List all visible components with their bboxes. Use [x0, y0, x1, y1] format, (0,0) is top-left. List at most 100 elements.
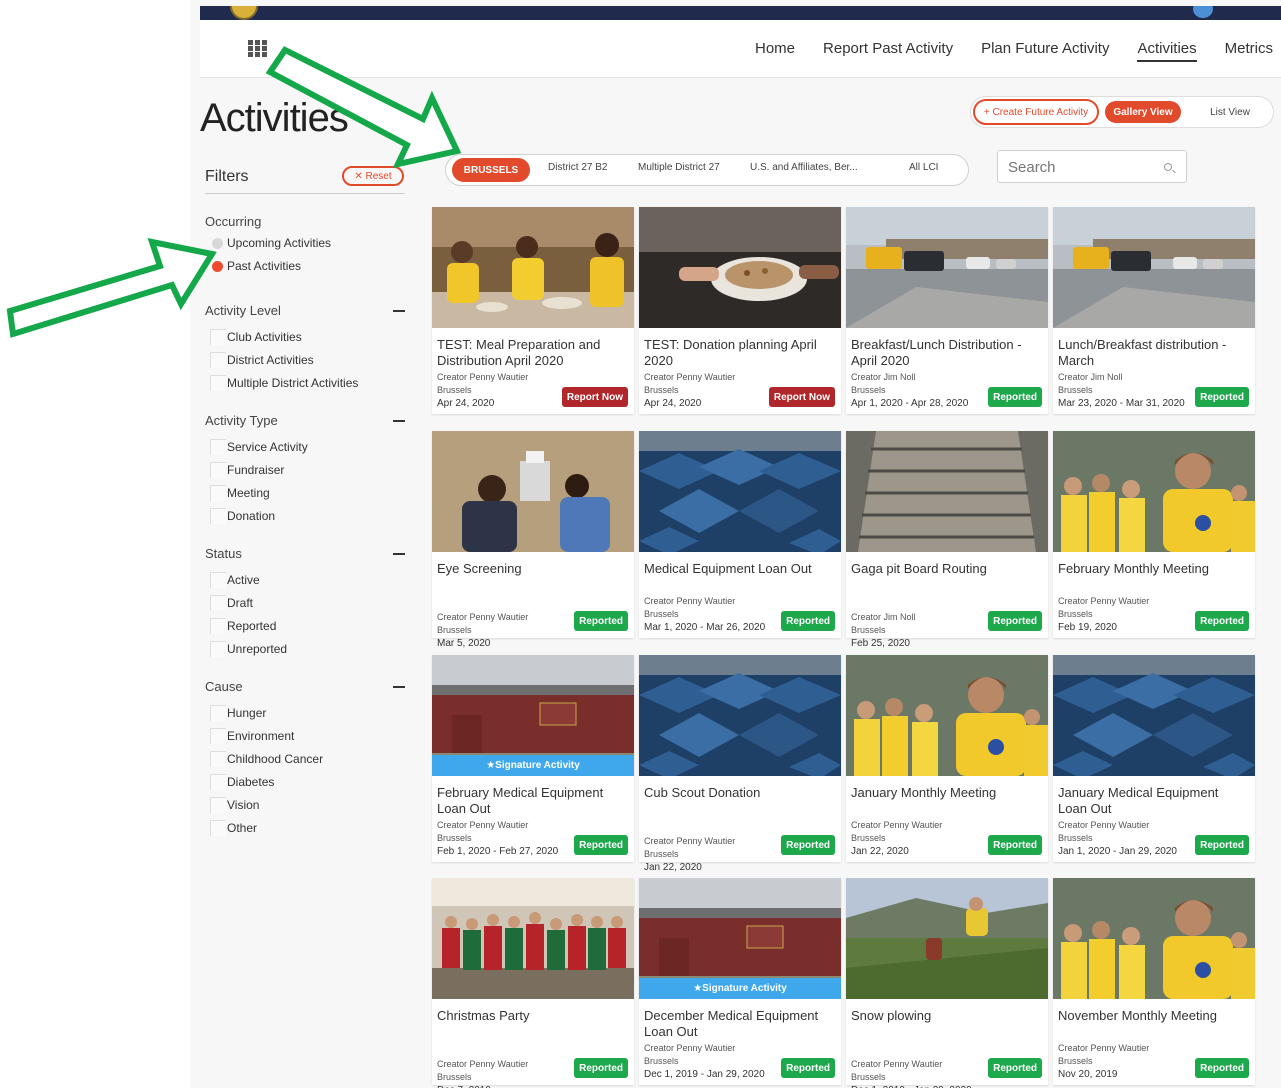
- occurring-past-option[interactable]: Past Activities: [205, 255, 405, 278]
- type-donation-option[interactable]: Donation: [205, 505, 405, 528]
- search-input[interactable]: [1008, 157, 1158, 177]
- activity-card[interactable]: January Monthly Meeting Creator Penny Wau…: [846, 655, 1048, 862]
- checkbox[interactable]: [210, 595, 226, 611]
- cause-vision-option[interactable]: Vision: [205, 794, 405, 817]
- activity-card[interactable]: Lunch/Breakfast distribution - March Crea…: [1053, 207, 1255, 414]
- checkbox[interactable]: [210, 728, 226, 744]
- activity-title[interactable]: January Monthly Meeting: [851, 785, 1041, 801]
- type-fundraiser-option[interactable]: Fundraiser: [205, 459, 405, 482]
- collapse-minus-icon[interactable]: [393, 553, 405, 555]
- activity-card[interactable]: Cub Scout Donation Creator Penny Wautier B…: [639, 655, 841, 873]
- activity-title[interactable]: Cub Scout Donation: [644, 785, 834, 801]
- activity-title[interactable]: TEST: Meal Preparation and Distribution …: [437, 337, 627, 369]
- activity-title[interactable]: Lunch/Breakfast distribution - March: [1058, 337, 1248, 369]
- wood-boards-photo[interactable]: [846, 431, 1048, 552]
- activity-title[interactable]: January Medical Equipment Loan Out: [1058, 785, 1248, 817]
- app-grid-icon[interactable]: [248, 40, 268, 58]
- activity-card[interactable]: TEST: Meal Preparation and Distribution …: [432, 207, 634, 414]
- activity-card[interactable]: Breakfast/Lunch Distribution - April 202…: [846, 207, 1048, 414]
- activity-card[interactable]: TEST: Donation planning April 2020 Creato…: [639, 207, 841, 414]
- checkbox[interactable]: [210, 705, 226, 721]
- checkbox[interactable]: [210, 462, 226, 478]
- nav-activities[interactable]: Activities: [1137, 40, 1197, 62]
- activity-title[interactable]: Medical Equipment Loan Out: [644, 561, 834, 577]
- eye-exam-photo[interactable]: [432, 431, 634, 552]
- level-district-option[interactable]: District Activities: [205, 349, 405, 372]
- level-club-option[interactable]: Club Activities: [205, 326, 405, 349]
- checkbox[interactable]: [210, 572, 226, 588]
- cause-other-option[interactable]: Other: [205, 817, 405, 840]
- list-view-button[interactable]: List View: [1195, 101, 1265, 123]
- checkbox[interactable]: [210, 508, 226, 524]
- search-icon[interactable]: [1164, 163, 1172, 171]
- activity-card[interactable]: Eye Screening Creator Penny Wautier Brusse…: [432, 431, 634, 649]
- activity-card[interactable]: Snow plowing Creator Penny Wautier Brussel…: [846, 878, 1048, 1088]
- activity-card[interactable]: ★ Signature Activity February Medical Equ…: [432, 655, 634, 862]
- activity-title[interactable]: February Medical Equipment Loan Out: [437, 785, 627, 817]
- tree-planting-photo[interactable]: [846, 878, 1048, 999]
- status-draft-option[interactable]: Draft: [205, 592, 405, 615]
- blue-tents-photo[interactable]: [639, 655, 841, 776]
- lions-group-photo[interactable]: [846, 655, 1048, 776]
- activity-title[interactable]: February Monthly Meeting: [1058, 561, 1248, 577]
- level-multiple-district-option[interactable]: Multiple District Activities: [205, 372, 405, 395]
- school-bus-photo[interactable]: [846, 207, 1048, 328]
- nav-report-past-activity[interactable]: Report Past Activity: [823, 40, 953, 62]
- checkbox[interactable]: [210, 439, 226, 455]
- lions-group-photo[interactable]: [1053, 878, 1255, 999]
- lions-group-photo[interactable]: [1053, 431, 1255, 552]
- collapse-minus-icon[interactable]: [393, 420, 405, 422]
- cause-childhood-cancer-option[interactable]: Childhood Cancer: [205, 748, 405, 771]
- status-reported-option[interactable]: Reported: [205, 615, 405, 638]
- report-now-button[interactable]: Report Now: [768, 387, 835, 407]
- activity-title[interactable]: December Medical Equipment Loan Out: [644, 1008, 834, 1040]
- status-unreported-option[interactable]: Unreported: [205, 638, 405, 661]
- checkbox[interactable]: [210, 751, 226, 767]
- checkbox[interactable]: [210, 352, 226, 368]
- location-all-lci[interactable]: All LCI: [909, 162, 938, 173]
- activity-card[interactable]: November Monthly Meeting Creator Penny Wa…: [1053, 878, 1255, 1085]
- blue-tents-photo[interactable]: [1053, 655, 1255, 776]
- status-active-option[interactable]: Active: [205, 569, 405, 592]
- nav-plan-future-activity[interactable]: Plan Future Activity: [981, 40, 1109, 62]
- checkbox[interactable]: [210, 375, 226, 391]
- activity-title[interactable]: Snow plowing: [851, 1008, 1041, 1024]
- location-district-27-b2[interactable]: District 27 B2: [548, 162, 607, 173]
- activity-title[interactable]: Eye Screening: [437, 561, 627, 577]
- location-brussels[interactable]: BRUSSELS: [452, 158, 530, 182]
- report-now-button[interactable]: Report Now: [561, 387, 628, 407]
- type-meeting-option[interactable]: Meeting: [205, 482, 405, 505]
- activity-card[interactable]: February Monthly Meeting Creator Penny Wa…: [1053, 431, 1255, 638]
- avatar[interactable]: [1193, 6, 1213, 18]
- activity-title[interactable]: November Monthly Meeting: [1058, 1008, 1248, 1024]
- radio-selected-icon[interactable]: [212, 261, 223, 272]
- activity-title[interactable]: Christmas Party: [437, 1008, 627, 1024]
- gallery-view-button[interactable]: Gallery View: [1105, 101, 1181, 123]
- nav-metrics[interactable]: Metrics: [1225, 40, 1273, 62]
- cause-environment-option[interactable]: Environment: [205, 725, 405, 748]
- checkbox[interactable]: [210, 618, 226, 634]
- type-service-option[interactable]: Service Activity: [205, 436, 405, 459]
- activity-title[interactable]: Breakfast/Lunch Distribution - April 202…: [851, 337, 1041, 369]
- school-bus-photo[interactable]: [1053, 207, 1255, 328]
- nav-home[interactable]: Home: [755, 40, 795, 62]
- cause-hunger-option[interactable]: Hunger: [205, 702, 405, 725]
- reset-filters-button[interactable]: ✕ Reset: [342, 166, 404, 186]
- activity-card[interactable]: Medical Equipment Loan Out Creator Penny …: [639, 431, 841, 638]
- checkbox[interactable]: [210, 329, 226, 345]
- christmas-party-photo[interactable]: [432, 878, 634, 999]
- food-plate-photo[interactable]: [639, 207, 841, 328]
- activity-title[interactable]: Gaga pit Board Routing: [851, 561, 1041, 577]
- location-multiple-district-27[interactable]: Multiple District 27: [638, 162, 720, 173]
- activity-card[interactable]: Gaga pit Board Routing Creator Jim Noll Br…: [846, 431, 1048, 649]
- activity-title[interactable]: TEST: Donation planning April 2020: [644, 337, 834, 369]
- checkbox[interactable]: [210, 774, 226, 790]
- cause-diabetes-option[interactable]: Diabetes: [205, 771, 405, 794]
- radio-icon[interactable]: [212, 238, 223, 249]
- checkbox[interactable]: [210, 797, 226, 813]
- collapse-minus-icon[interactable]: [393, 310, 405, 312]
- activity-card[interactable]: Christmas Party Creator Penny Wautier Brus…: [432, 878, 634, 1088]
- activity-card[interactable]: ★ Signature Activity December Medical Equ…: [639, 878, 841, 1085]
- checkbox[interactable]: [210, 641, 226, 657]
- checkbox[interactable]: [210, 485, 226, 501]
